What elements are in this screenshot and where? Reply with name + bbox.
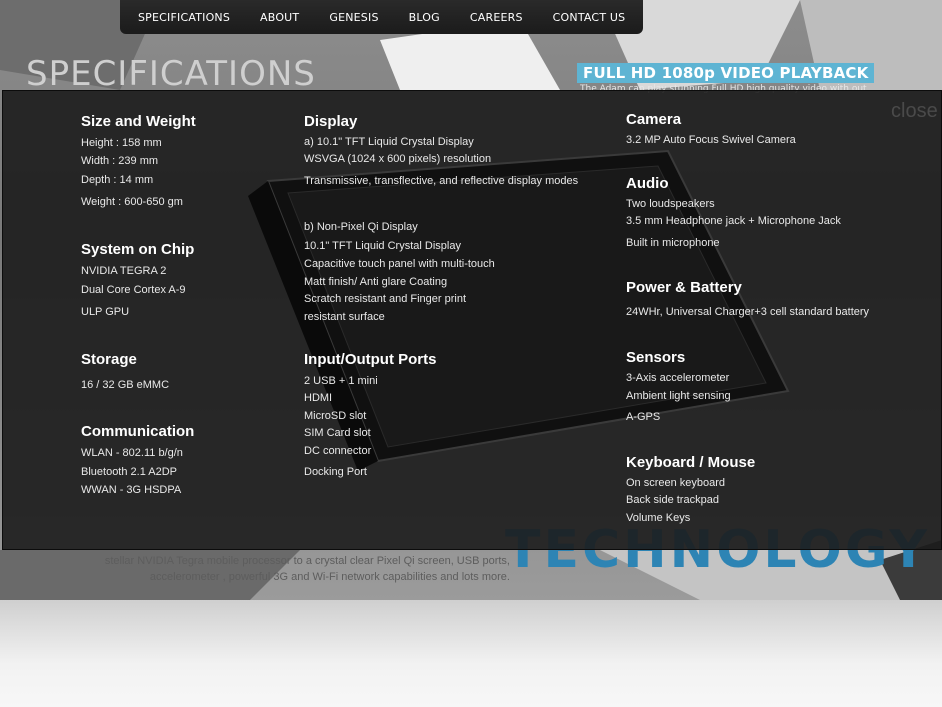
spec-line: Matt finish/ Anti glare Coating xyxy=(304,276,448,288)
spec-line: SIM Card slot xyxy=(304,427,371,439)
communication-title: Communication xyxy=(81,423,195,440)
spec-line: A-GPS xyxy=(626,411,661,423)
spec-line: MicroSD slot xyxy=(304,410,367,422)
sensors-title: Sensors xyxy=(626,349,686,366)
spec-line: 3.2 MP Auto Focus Swivel Camera xyxy=(626,134,796,146)
spec-line: Width : 239 mm xyxy=(81,155,159,167)
spec-line: Weight : 600-650 gm xyxy=(81,196,183,208)
spec-line: 24WHr, Universal Charger+3 cell standard… xyxy=(626,306,870,318)
spec-line: Transmissive, transflective, and reflect… xyxy=(304,175,579,187)
specifications-overlay: close Size and Weight Height : 158 mm Wi… xyxy=(2,90,942,550)
spec-line: 3.5 mm Headphone jack + Microphone Jack xyxy=(626,215,841,227)
spec-line: On screen keyboard xyxy=(626,477,726,489)
spec-line: NVIDIA TEGRA 2 xyxy=(81,265,167,277)
spec-line: Dual Core Cortex A-9 xyxy=(81,284,186,296)
spec-line: Docking Port xyxy=(304,466,367,478)
storage-title: Storage xyxy=(81,351,137,368)
spec-line: WWAN - 3G HSDPA xyxy=(81,484,182,496)
spec-line: 3-Axis accelerometer xyxy=(626,372,730,384)
spec-line: b) Non-Pixel Qi Display xyxy=(304,221,418,233)
spec-line: 16 / 32 GB eMMC xyxy=(81,379,170,391)
page-footer-area xyxy=(0,600,942,707)
spec-line: resistant surface xyxy=(304,311,385,323)
audio-title: Audio xyxy=(626,175,669,192)
soc-title: System on Chip xyxy=(81,241,195,258)
page-title: SPECIFICATIONS xyxy=(26,54,316,94)
spec-line: Scratch resistant and Finger print xyxy=(304,293,467,305)
spec-line: Bluetooth 2.1 A2DP xyxy=(81,466,178,478)
spec-line: ULP GPU xyxy=(81,306,130,318)
spec-line: 10.1" TFT Liquid Crystal Display xyxy=(304,240,461,252)
spec-line: Height : 158 mm xyxy=(81,137,162,149)
size-weight-title: Size and Weight xyxy=(81,113,196,130)
nav-specifications[interactable]: SPECIFICATIONS xyxy=(138,11,230,24)
io-ports-title: Input/Output Ports xyxy=(304,351,437,368)
spec-line: Capacitive touch panel with multi-touch xyxy=(304,258,495,270)
nav-about[interactable]: ABOUT xyxy=(260,11,299,24)
description-line-1: stellar NVIDIA Tegra mobile processor to… xyxy=(104,555,510,567)
spec-line: WLAN - 802.11 b/g/n xyxy=(81,447,183,459)
nav-blog[interactable]: BLOG xyxy=(409,11,440,24)
spec-line: Volume Keys xyxy=(626,512,691,524)
spec-line: DC connector xyxy=(304,445,372,457)
description-line-2: accelerometer , powerful 3G and Wi-Fi ne… xyxy=(149,571,510,583)
spec-line: Ambient light sensing xyxy=(626,390,731,402)
technology-description: stellar NVIDIA Tegra mobile processor to… xyxy=(70,553,510,585)
spec-line: WSVGA (1024 x 600 pixels) resolution xyxy=(304,153,492,165)
top-nav: SPECIFICATIONS ABOUT GENESIS BLOG CAREER… xyxy=(120,0,644,34)
keyboard-mouse-title: Keyboard / Mouse xyxy=(626,454,756,471)
spec-line: 2 USB + 1 mini xyxy=(304,375,378,387)
close-button[interactable]: close xyxy=(891,100,938,123)
nav-genesis[interactable]: GENESIS xyxy=(329,11,378,24)
feature-tag: FULL HD 1080p VIDEO PLAYBACK xyxy=(577,63,875,83)
spec-line: Depth : 14 mm xyxy=(81,174,154,186)
display-title: Display xyxy=(304,113,358,130)
spec-line: Back side trackpad xyxy=(626,494,719,506)
spec-line: Two loudspeakers xyxy=(626,198,715,210)
nav-contact-us[interactable]: CONTACT US xyxy=(553,11,626,24)
spec-line: a) 10.1" TFT Liquid Crystal Display xyxy=(304,136,474,148)
power-battery-title: Power & Battery xyxy=(626,279,742,296)
spec-line: HDMI xyxy=(304,392,333,404)
spec-line: Built in microphone xyxy=(626,237,720,249)
camera-title: Camera xyxy=(626,111,682,128)
nav-careers[interactable]: CAREERS xyxy=(470,11,523,24)
